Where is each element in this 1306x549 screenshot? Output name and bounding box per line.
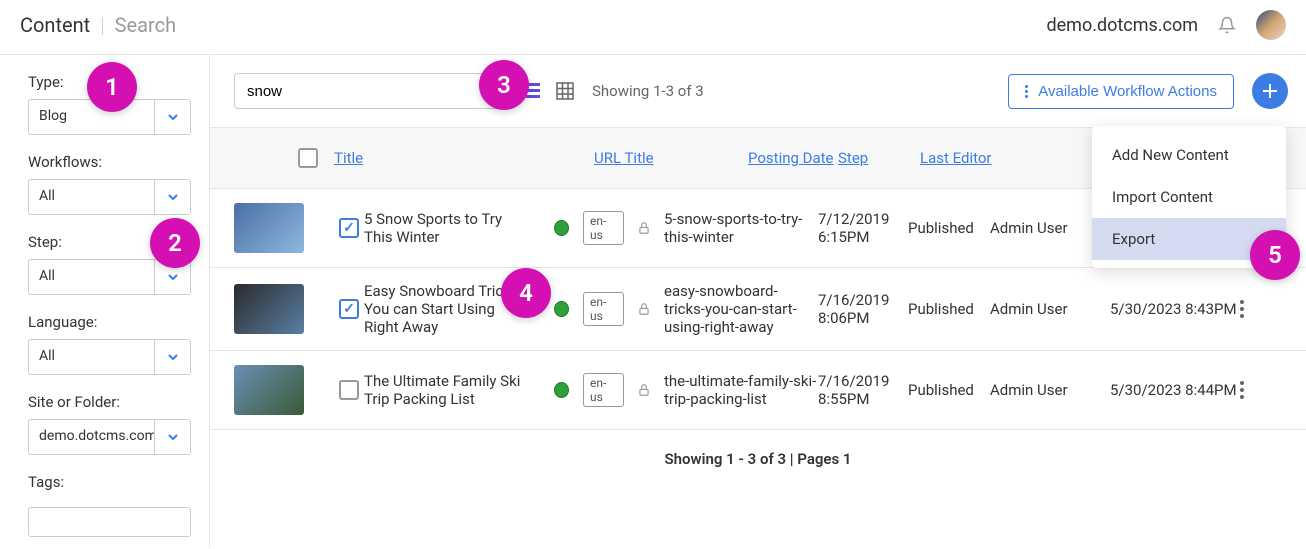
select-all-checkbox[interactable]: [298, 148, 318, 168]
row-more-icon[interactable]: [1240, 300, 1280, 318]
language-value: All: [29, 340, 154, 374]
filter-sidebar: Type: Blog Workflows: All Step: All Lang…: [0, 55, 210, 548]
workflows-select[interactable]: All: [28, 179, 191, 215]
site-label: Site or Folder:: [28, 393, 191, 411]
row-date: 7/16/2019 8:06PM: [818, 291, 908, 327]
row-step: Published: [908, 219, 990, 237]
lang-badge: en-us: [583, 292, 624, 326]
workflows-value: All: [29, 180, 154, 214]
workflows-label: Workflows:: [28, 153, 191, 171]
toolbar: Showing 1-3 of 3 Available Workflow Acti…: [210, 55, 1306, 127]
step-label: Step:: [28, 233, 191, 251]
chevron-down-icon: [154, 340, 190, 374]
workflow-btn-label: Available Workflow Actions: [1038, 83, 1217, 100]
row-checkbox[interactable]: [339, 218, 359, 238]
chevron-down-icon: [154, 260, 190, 294]
dropdown-import[interactable]: Import Content: [1092, 176, 1286, 218]
site-name[interactable]: demo.dotcms.com: [1046, 15, 1198, 36]
table-row[interactable]: Easy Snowboard Tricks You can Start Usin…: [210, 268, 1306, 351]
row-title: Easy Snowboard Tricks You can Start Usin…: [364, 282, 554, 336]
row-title: 5 Snow Sports to Try This Winter: [364, 210, 554, 246]
row-checkbox[interactable]: [339, 380, 359, 400]
row-step: Published: [908, 300, 990, 318]
page-header: Content | Search demo.dotcms.com: [0, 0, 1306, 55]
site-value: demo.dotcms.com: [29, 420, 154, 454]
th-step: Step: [838, 149, 920, 167]
table-row[interactable]: The Ultimate Family Ski Trip Packing Lis…: [210, 351, 1306, 430]
th-editor: Last Editor: [920, 149, 1040, 167]
page-title: Content: [20, 13, 90, 37]
row-modified: 5/30/2023 8:44PM: [1110, 381, 1240, 399]
th-date: Posting Date: [748, 149, 838, 167]
row-date: 7/12/2019 6:15PM: [818, 210, 908, 246]
avatar[interactable]: [1256, 10, 1286, 40]
plus-icon: [1262, 83, 1278, 99]
page-subtitle: Search: [115, 13, 176, 37]
list-view-icon[interactable]: [520, 83, 540, 99]
header-checkbox-cell: [234, 148, 334, 168]
step-value: All: [29, 260, 154, 294]
dropdown-export[interactable]: Export: [1092, 218, 1286, 260]
type-value: Blog: [29, 100, 154, 134]
main-content: Showing 1-3 of 3 Available Workflow Acti…: [210, 55, 1306, 548]
showing-text: Showing 1-3 of 3: [592, 82, 704, 100]
sort-editor[interactable]: Last Editor: [920, 149, 992, 167]
view-toggle: [520, 82, 574, 100]
row-title: The Ultimate Family Ski Trip Packing Lis…: [364, 372, 554, 408]
site-select[interactable]: demo.dotcms.com: [28, 419, 191, 455]
row-url: the-ultimate-family-ski-trip-packing-lis…: [664, 372, 818, 408]
th-url: URL Title: [594, 149, 748, 167]
row-checkbox[interactable]: [339, 299, 359, 319]
tags-label: Tags:: [28, 473, 191, 491]
lang-badge: en-us: [583, 211, 624, 245]
type-select[interactable]: Blog: [28, 99, 191, 135]
sort-step[interactable]: Step: [838, 149, 868, 167]
row-url: 5-snow-sports-to-try-this-winter: [664, 210, 818, 246]
lang-badge: en-us: [583, 373, 624, 407]
type-label: Type:: [28, 73, 191, 91]
status-dot-icon: [554, 220, 569, 236]
sort-date[interactable]: Posting Date: [748, 149, 834, 167]
step-select[interactable]: All: [28, 259, 191, 295]
status-dot-icon: [554, 301, 569, 317]
th-title: Title: [334, 149, 594, 167]
chevron-down-icon: [154, 100, 190, 134]
workflow-actions-button[interactable]: Available Workflow Actions: [1008, 74, 1234, 109]
pagination-footer: Showing 1 - 3 of 3 | Pages 1: [210, 430, 1306, 498]
title-divider: |: [100, 13, 104, 37]
chevron-down-icon: [154, 420, 190, 454]
row-editor: Admin User: [990, 381, 1110, 399]
header-right: demo.dotcms.com: [1046, 10, 1286, 40]
row-modified: 5/30/2023 8:43PM: [1110, 300, 1240, 318]
search-input[interactable]: [234, 73, 502, 109]
language-label: Language:: [28, 313, 191, 331]
bell-icon[interactable]: [1218, 16, 1236, 34]
thumbnail: [234, 284, 304, 334]
status-dot-icon: [554, 382, 569, 398]
lock-icon: [637, 221, 651, 235]
kebab-icon: [1025, 85, 1028, 98]
thumbnail: [234, 203, 304, 253]
add-button[interactable]: [1252, 73, 1288, 109]
dropdown-add-new[interactable]: Add New Content: [1092, 134, 1286, 176]
chevron-down-icon: [154, 180, 190, 214]
breadcrumb: Content | Search: [20, 13, 176, 37]
add-dropdown-menu: Add New Content Import Content Export: [1092, 126, 1286, 268]
row-step: Published: [908, 381, 990, 399]
row-more-icon[interactable]: [1240, 381, 1280, 399]
sort-title[interactable]: Title: [334, 149, 363, 167]
row-date: 7/16/2019 8:55PM: [818, 372, 908, 408]
grid-view-icon[interactable]: [556, 82, 574, 100]
lock-icon: [637, 302, 651, 316]
thumbnail: [234, 365, 304, 415]
sort-url[interactable]: URL Title: [594, 149, 654, 167]
row-editor: Admin User: [990, 300, 1110, 318]
row-url: easy-snowboard-tricks-you-can-start-usin…: [664, 282, 818, 336]
lock-icon: [637, 383, 651, 397]
language-select[interactable]: All: [28, 339, 191, 375]
tags-input[interactable]: [28, 507, 191, 537]
